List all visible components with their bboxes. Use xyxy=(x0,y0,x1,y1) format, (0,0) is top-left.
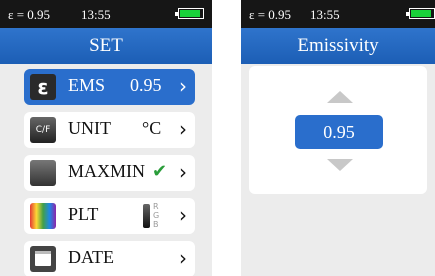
checkmark-icon: ✔ xyxy=(152,161,168,182)
menu-item-label: EMS xyxy=(68,75,106,95)
menu-item-value: °C xyxy=(142,118,162,138)
menu-item-label: UNIT xyxy=(68,118,111,138)
rgb-palette-icon: RGB xyxy=(140,202,168,230)
chevron-right-icon: › xyxy=(179,160,187,184)
menu-item-plt[interactable]: PLT RGB › xyxy=(24,198,195,234)
palette-value: RGB xyxy=(153,202,160,229)
palette-icon xyxy=(30,203,56,229)
battery-fill xyxy=(411,10,431,17)
battery-icon xyxy=(175,8,204,19)
emissivity-screen: ε = 0.95 13:55 Emissivity 0.95 xyxy=(241,0,435,276)
palette-bar xyxy=(143,204,150,228)
menu-item-label: PLT xyxy=(68,204,99,224)
status-bar: ε = 0.95 13:55 xyxy=(0,0,212,28)
emissivity-status: ε = 0.95 xyxy=(249,7,292,22)
menu-item-unit[interactable]: C/F UNIT °C › xyxy=(24,112,195,148)
settings-menu: ε EMS 0.95 › C/F UNIT °C › MAXMIN ✔ › PL… xyxy=(0,64,212,276)
decrease-arrow-icon[interactable] xyxy=(327,159,353,171)
chevron-right-icon: › xyxy=(179,203,187,227)
emissivity-icon: ε xyxy=(30,74,56,100)
page-title: Emissivity xyxy=(241,28,435,64)
emissivity-value[interactable]: 0.95 xyxy=(295,115,383,149)
battery-icon xyxy=(406,8,435,19)
unit-icon: C/F xyxy=(30,117,56,143)
calendar-icon xyxy=(30,246,56,272)
status-bar: ε = 0.95 13:55 xyxy=(241,0,435,28)
emissivity-status: ε = 0.95 xyxy=(8,7,51,22)
menu-item-ems[interactable]: ε EMS 0.95 › xyxy=(24,69,195,105)
menu-item-label: MAXMIN xyxy=(68,161,146,181)
menu-item-value: 0.95 xyxy=(130,75,162,95)
settings-screen: ε = 0.95 13:55 SET ε EMS 0.95 › C/F UNIT… xyxy=(0,0,212,276)
chevron-right-icon: › xyxy=(179,246,187,270)
chevron-right-icon: › xyxy=(179,74,187,98)
menu-item-maxmin[interactable]: MAXMIN ✔ › xyxy=(24,155,195,191)
clock: 13:55 xyxy=(81,7,111,22)
clock: 13:55 xyxy=(310,7,340,22)
chevron-right-icon: › xyxy=(179,117,187,141)
menu-item-label: DATE xyxy=(68,247,114,267)
menu-item-date[interactable]: DATE › xyxy=(24,241,195,276)
increase-arrow-icon[interactable] xyxy=(327,91,353,103)
maxmin-icon xyxy=(30,160,56,186)
battery-fill xyxy=(180,10,200,17)
page-title: SET xyxy=(0,28,212,64)
emissivity-editor: 0.95 xyxy=(249,66,427,194)
